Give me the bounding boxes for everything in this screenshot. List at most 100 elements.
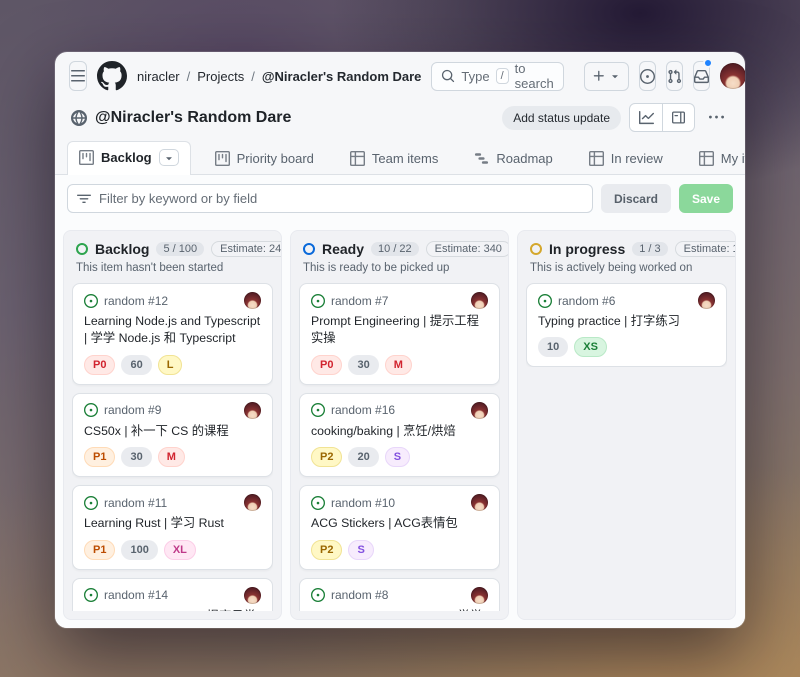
save-button[interactable]: Save	[679, 184, 733, 213]
column-estimate-badge: Estimate: 240	[211, 241, 282, 257]
table-icon	[350, 151, 365, 166]
tab-team-items[interactable]: Team items	[338, 143, 450, 174]
breadcrumb-project-name[interactable]: @Niracler's Random Dare	[262, 69, 422, 84]
issue-ref: random #12	[104, 294, 168, 308]
board-column-ready: Ready10 / 22Estimate: 340This is ready t…	[290, 230, 509, 620]
issue-ref: random #7	[331, 294, 388, 308]
issue-card[interactable]: random #16cooking/baking | 烹饪/烘焙P220S	[299, 393, 500, 477]
breadcrumb-projects[interactable]: Projects	[197, 69, 244, 84]
issue-card[interactable]: random #8Learning English by GPT | 学学英语 …	[299, 578, 500, 611]
issue-title: CS50x | 补一下 CS 的课程	[84, 423, 261, 440]
tab-my-items[interactable]: My items	[687, 143, 745, 174]
label-p0[interactable]: P0	[84, 355, 115, 375]
issue-title: cooking/baking | 烹饪/烘焙	[311, 423, 488, 440]
issue-opened-icon	[640, 69, 655, 84]
filter-bar: Discard Save	[55, 175, 745, 222]
label-l[interactable]: L	[158, 355, 183, 375]
tab-label: Team items	[372, 151, 438, 166]
assignee-avatar[interactable]	[471, 587, 488, 604]
issue-card[interactable]: random #11Learning Rust | 学习 RustP1100XL	[72, 485, 273, 569]
breadcrumb: niracler / Projects / @Niracler's Random…	[137, 69, 421, 84]
issue-opened-icon	[311, 588, 325, 602]
side-panel-icon	[671, 110, 686, 125]
label-30[interactable]: 30	[348, 355, 378, 375]
issue-card[interactable]: random #10ACG Stickers | ACG表情包P2S	[299, 485, 500, 569]
discard-button[interactable]: Discard	[601, 184, 671, 213]
filter-input[interactable]	[99, 191, 583, 206]
label-p1[interactable]: P1	[84, 540, 115, 560]
label-100[interactable]: 100	[121, 540, 157, 560]
issues-button[interactable]	[639, 61, 656, 91]
issue-card[interactable]: random #7Prompt Engineering | 提示工程实操P030…	[299, 283, 500, 385]
add-status-update-button[interactable]: Add status update	[502, 106, 621, 130]
label-xl[interactable]: XL	[164, 540, 196, 560]
side-panel-button[interactable]	[662, 104, 694, 131]
card-meta-row: random #14	[84, 587, 261, 604]
tab-in-review[interactable]: In review	[577, 143, 675, 174]
label-m[interactable]: M	[385, 355, 412, 375]
tab-roadmap[interactable]: Roadmap	[462, 143, 564, 174]
insights-button[interactable]	[630, 104, 662, 131]
user-avatar[interactable]	[720, 63, 745, 89]
issue-opened-icon	[311, 403, 325, 417]
project-header: @Niracler's Random Dare Add status updat…	[55, 96, 745, 137]
project-icon	[79, 150, 94, 165]
issue-opened-icon	[84, 403, 98, 417]
assignee-avatar[interactable]	[471, 402, 488, 419]
assignee-avatar[interactable]	[698, 292, 715, 309]
label-30[interactable]: 30	[121, 447, 151, 467]
breadcrumb-user[interactable]: niracler	[137, 69, 180, 84]
assignee-avatar[interactable]	[244, 494, 261, 511]
card-meta-row: random #9	[84, 402, 261, 419]
label-p1[interactable]: P1	[84, 447, 115, 467]
assignee-avatar[interactable]	[244, 292, 261, 309]
label-m[interactable]: M	[158, 447, 185, 467]
hamburger-menu-button[interactable]	[69, 61, 87, 91]
project-menu-button[interactable]	[703, 105, 729, 131]
assignee-avatar[interactable]	[244, 402, 261, 419]
board-column-backlog: Backlog5 / 100Estimate: 240This item has…	[63, 230, 282, 620]
pull-requests-button[interactable]	[666, 61, 683, 91]
issue-title: Learning Rust | 学习 Rust	[84, 515, 261, 532]
column-estimate-badge: Estimate: 10	[675, 241, 736, 257]
label-s[interactable]: S	[348, 540, 373, 560]
global-search-input[interactable]: Type / to search	[431, 62, 563, 91]
assignee-avatar[interactable]	[471, 292, 488, 309]
inbox-button[interactable]	[693, 61, 710, 91]
issue-ref: random #14	[104, 588, 168, 602]
issue-ref: random #6	[558, 294, 615, 308]
issue-card[interactable]: random #14Handwriting Practice | 提高日常书写技…	[72, 578, 273, 611]
create-new-button[interactable]	[584, 62, 629, 91]
issue-ref: random #8	[331, 588, 388, 602]
label-xs[interactable]: XS	[574, 337, 607, 357]
column-status-icon	[530, 243, 542, 255]
column-cards: random #7Prompt Engineering | 提示工程实操P030…	[299, 283, 500, 611]
label-p2[interactable]: P2	[311, 447, 342, 467]
column-description: This is ready to be picked up	[299, 257, 500, 283]
issue-opened-icon	[311, 496, 325, 510]
assignee-avatar[interactable]	[244, 587, 261, 604]
column-header: In progress1 / 3Estimate: 10	[526, 241, 727, 257]
graph-icon	[639, 110, 654, 125]
column-status-icon	[76, 243, 88, 255]
label-10[interactable]: 10	[538, 337, 568, 357]
issue-opened-icon	[84, 496, 98, 510]
label-60[interactable]: 60	[121, 355, 151, 375]
inbox-icon	[694, 69, 709, 84]
column-status-icon	[303, 243, 315, 255]
issue-card[interactable]: random #12Learning Node.js and Typescrip…	[72, 283, 273, 385]
issue-card[interactable]: random #9 CS50x | 补一下 CS 的课程 P1 30 M	[72, 393, 273, 477]
tab-backlog[interactable]: Backlog	[67, 141, 191, 175]
label-s[interactable]: S	[385, 447, 410, 467]
tab-priority-board[interactable]: Priority board	[203, 143, 326, 174]
github-projects-window: niracler / Projects / @Niracler's Random…	[55, 52, 745, 628]
assignee-avatar[interactable]	[471, 494, 488, 511]
project-icon	[215, 151, 230, 166]
label-20[interactable]: 20	[348, 447, 378, 467]
issue-card[interactable]: random #6Typing practice | 打字练习10XS	[526, 283, 727, 367]
view-options-caret-button[interactable]	[159, 149, 179, 166]
github-logo-icon[interactable]	[97, 61, 127, 91]
label-p0[interactable]: P0	[311, 355, 342, 375]
label-p2[interactable]: P2	[311, 540, 342, 560]
notification-dot	[703, 58, 713, 68]
